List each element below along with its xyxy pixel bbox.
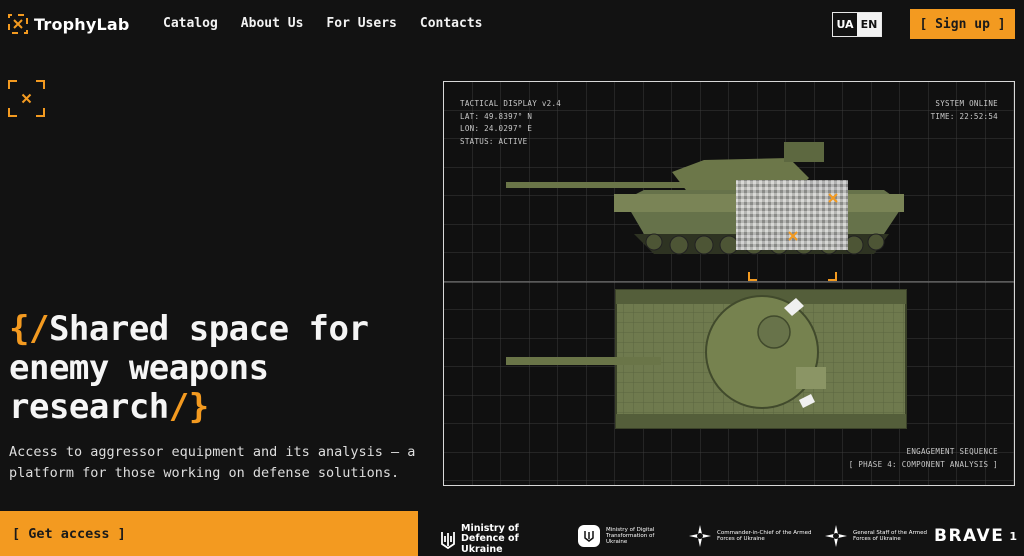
main-menu: Catalog About Us For Users Contacts [163, 16, 483, 31]
partner-general-staff[interactable]: General Staff of the Armed Forces of Ukr… [824, 524, 935, 548]
menu-item-about-us[interactable]: About Us [241, 16, 304, 31]
target-corner-icon [8, 80, 45, 117]
crest-icon [578, 525, 600, 547]
hud-lat: LAT: 49.8397° N [460, 111, 533, 121]
hud-top-right: SYSTEM ONLINE TIME: 22:52:54 [931, 98, 998, 123]
hero-title: {/Shared space for enemy weapons researc… [9, 310, 429, 427]
title-prefix: {/ [9, 309, 49, 349]
hud-sequence: ENGAGEMENT SEQUENCE [906, 447, 998, 456]
trident-icon [441, 531, 455, 549]
language-switcher: UA EN [832, 12, 882, 37]
menu-item-contacts[interactable]: Contacts [420, 16, 483, 31]
partner-general-staff-label: General Staff of the Armed Forces of Ukr… [853, 529, 927, 542]
lang-en-button[interactable]: EN [857, 13, 881, 36]
partner-brave1[interactable]: BRAVE 1 [934, 526, 1018, 546]
brave-wordmark: BRAVE [934, 526, 1005, 546]
menu-item-for-users[interactable]: For Users [326, 16, 396, 31]
hud-lon: LON: 24.0297° E [460, 124, 533, 133]
hud-status: STATUS: ACTIVE [460, 136, 528, 146]
title-suffix: /} [168, 387, 209, 427]
hero-subtitle: Access to aggressor equipment and its an… [9, 444, 416, 481]
brave-superscript: 1 [1009, 529, 1019, 543]
partner-mdt[interactable]: Ministry of Digital Transformation of Uk… [577, 524, 676, 548]
partner-mod-label: Ministry of Defence of Ukraine [461, 523, 519, 555]
cross-emblem-icon [825, 525, 847, 547]
get-access-button[interactable]: [ Get access ] [0, 511, 418, 556]
partner-mdt-label: Ministry of Digital Transformation of Uk… [606, 526, 655, 546]
hud-time: TIME: 22:52:54 [930, 111, 998, 121]
logo-mark-icon [8, 14, 28, 34]
logo[interactable]: TrophyLab [8, 13, 130, 35]
hud-top-left: TACTICAL DISPLAY v2.4 LAT: 49.8397° N LO… [460, 98, 561, 148]
logo-text: TrophyLab [34, 14, 130, 34]
hud-title: TACTICAL DISPLAY v2.4 [460, 99, 562, 108]
partner-commander-label: Commander-in-Chief of the Armed Forces o… [717, 529, 812, 542]
lang-ua-button[interactable]: UA [833, 13, 857, 36]
hud-system: SYSTEM ONLINE [935, 99, 998, 108]
partner-commander[interactable]: Commander-in-Chief of the Armed Forces o… [688, 524, 813, 548]
tactical-display: TACTICAL DISPLAY v2.4 LAT: 49.8397° N LO… [443, 81, 1015, 486]
menu-item-catalog[interactable]: Catalog [163, 16, 218, 31]
top-nav: TrophyLab Catalog About Us For Users Con… [0, 0, 1024, 48]
hud-bottom-right: ENGAGEMENT SEQUENCE [ PHASE 4: COMPONENT… [849, 446, 998, 471]
cross-emblem-icon [689, 525, 711, 547]
sign-up-button[interactable]: [ Sign up ] [910, 9, 1015, 39]
partners-bar: Ministry of Defence of Ukraine Ministry … [440, 520, 1024, 556]
partner-mod[interactable]: Ministry of Defence of Ukraine [440, 523, 563, 555]
hud-phase: [ PHASE 4: COMPONENT ANALYSIS ] [848, 459, 998, 469]
